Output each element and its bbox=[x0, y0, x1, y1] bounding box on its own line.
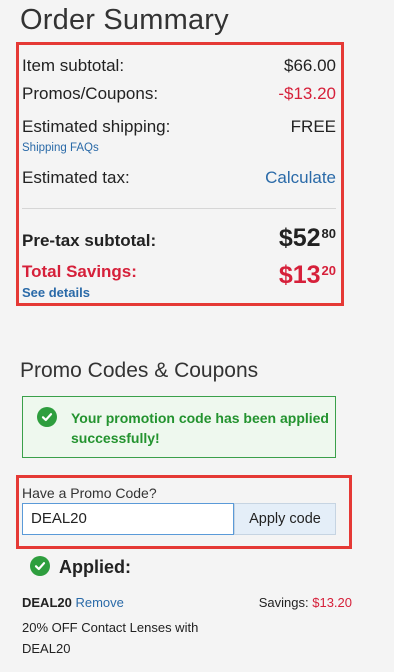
applied-savings-value: $13.20 bbox=[312, 595, 352, 610]
item-subtotal-label: Item subtotal: bbox=[22, 56, 125, 75]
applied-savings: Savings: $13.20 bbox=[259, 595, 352, 610]
pretax-subtotal-label: Pre-tax subtotal: bbox=[22, 231, 157, 250]
tax-label: Estimated tax: bbox=[22, 168, 130, 187]
promo-code-input[interactable]: DEAL20 bbox=[22, 503, 234, 535]
applied-savings-label: Savings: bbox=[258, 595, 309, 610]
promo-success-alert: Your promotion code has been applied suc… bbox=[22, 396, 336, 458]
promo-success-message: Your promotion code has been applied suc… bbox=[71, 410, 329, 446]
check-circle-icon bbox=[30, 556, 50, 576]
check-circle-icon bbox=[37, 407, 57, 427]
apply-code-button[interactable]: Apply code bbox=[234, 503, 336, 535]
applied-heading: Applied: bbox=[59, 557, 131, 577]
see-details-link[interactable]: See details bbox=[22, 285, 90, 300]
savings-dollars: $13 bbox=[278, 261, 321, 289]
promos-value: -$13.20 bbox=[278, 84, 336, 103]
pretax-dollars: $52 bbox=[278, 224, 321, 252]
promo-code-label: Have a Promo Code? bbox=[22, 485, 157, 501]
summary-divider bbox=[22, 208, 336, 209]
shipping-faqs-link[interactable]: Shipping FAQs bbox=[22, 142, 99, 154]
savings-cents: 20 bbox=[321, 263, 336, 278]
shipping-value: FREE bbox=[290, 117, 336, 136]
total-savings-label: Total Savings: bbox=[22, 262, 137, 281]
applied-code-line: DEAL20 Remove bbox=[22, 595, 124, 610]
applied-code-description: 20% OFF Contact Lenses with DEAL20 bbox=[22, 620, 199, 656]
item-subtotal-value: $66.00 bbox=[284, 56, 336, 75]
calculate-tax-link[interactable]: Calculate bbox=[265, 168, 336, 188]
remove-code-link[interactable]: Remove bbox=[75, 595, 123, 610]
promos-label: Promos/Coupons: bbox=[22, 84, 159, 103]
order-summary-title: Order Summary bbox=[20, 4, 229, 36]
total-savings-value: $1320 bbox=[279, 261, 336, 290]
promo-section-title: Promo Codes & Coupons bbox=[20, 359, 259, 382]
pretax-cents: 80 bbox=[321, 226, 336, 241]
shipping-label: Estimated shipping: bbox=[22, 117, 171, 136]
pretax-subtotal-value: $5280 bbox=[279, 224, 336, 253]
applied-code: DEAL20 bbox=[22, 595, 72, 610]
